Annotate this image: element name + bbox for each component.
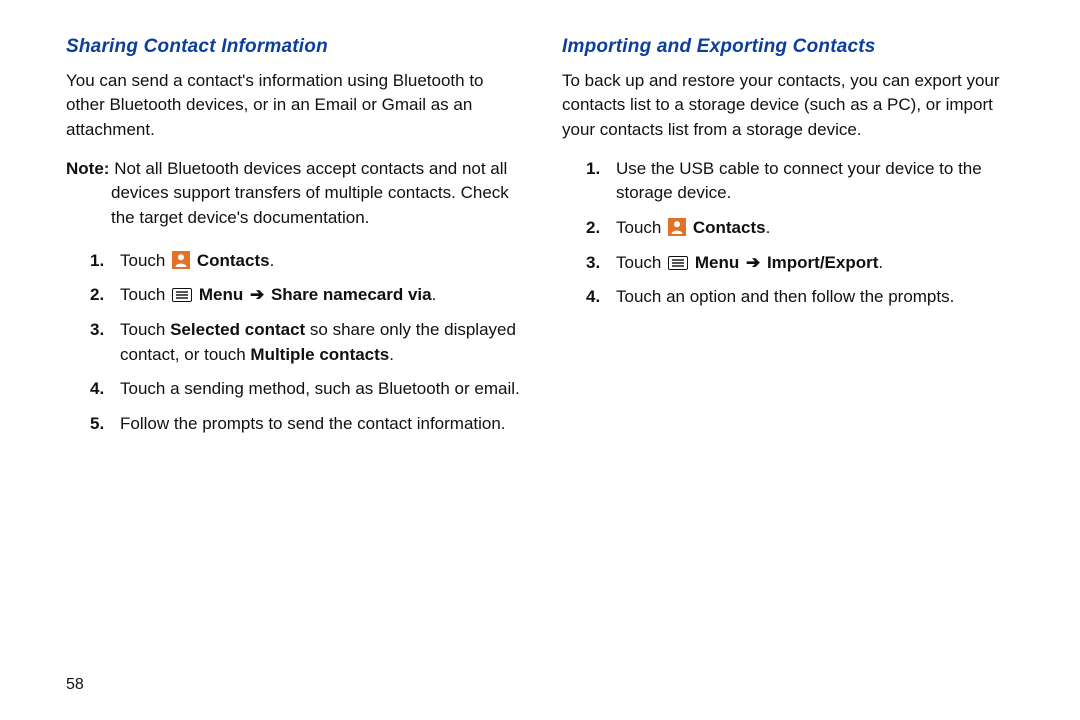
selected-contact-label: Selected contact	[170, 320, 305, 339]
contacts-icon	[668, 218, 686, 236]
step-text: .	[270, 251, 275, 270]
note-block: Note: Not all Bluetooth devices accept c…	[66, 157, 526, 231]
step-text: .	[878, 253, 883, 272]
share-label: Share namecard via	[271, 285, 432, 304]
manual-page: Sharing Contact Information You can send…	[0, 0, 1080, 720]
step-text: Touch	[616, 253, 666, 272]
arrow-icon: ➔	[746, 253, 760, 272]
steps-importing: Use the USB cable to connect your device…	[562, 157, 1022, 310]
menu-icon	[172, 288, 192, 302]
step-3: Touch Selected contact so share only the…	[120, 318, 526, 367]
menu-label: Menu	[695, 253, 739, 272]
heading-importing: Importing and Exporting Contacts	[562, 36, 1022, 59]
note-label: Note:	[66, 159, 109, 178]
step-5: Follow the prompts to send the contact i…	[120, 412, 526, 437]
step-1: Touch Contacts.	[120, 249, 526, 274]
steps-sharing: Touch Contacts. Touch Menu ➔ Share namec…	[66, 249, 526, 437]
page-number: 58	[66, 676, 84, 694]
import-export-label: Import/Export	[767, 253, 878, 272]
step-text: Touch	[120, 285, 170, 304]
step-text: Touch	[120, 251, 170, 270]
arrow-icon: ➔	[250, 285, 264, 304]
step-text: Touch	[616, 218, 666, 237]
contacts-label: Contacts	[197, 251, 270, 270]
step-text: .	[766, 218, 771, 237]
step-text: Touch	[120, 320, 170, 339]
step-4: Touch an option and then follow the prom…	[616, 285, 1022, 310]
step-2: Touch Contacts.	[616, 216, 1022, 241]
right-column: Importing and Exporting Contacts To back…	[562, 36, 1022, 700]
contacts-icon	[172, 251, 190, 269]
step-1: Use the USB cable to connect your device…	[616, 157, 1022, 206]
heading-sharing: Sharing Contact Information	[66, 36, 526, 59]
menu-label: Menu	[199, 285, 243, 304]
contacts-label: Contacts	[693, 218, 766, 237]
step-3: Touch Menu ➔ Import/Export.	[616, 251, 1022, 276]
step-text: .	[432, 285, 437, 304]
left-column: Sharing Contact Information You can send…	[66, 36, 526, 700]
multiple-contacts-label: Multiple contacts	[250, 345, 389, 364]
menu-icon	[668, 256, 688, 270]
step-text: .	[389, 345, 394, 364]
intro-importing: To back up and restore your contacts, yo…	[562, 69, 1022, 143]
intro-sharing: You can send a contact's information usi…	[66, 69, 526, 143]
step-4: Touch a sending method, such as Bluetoot…	[120, 377, 526, 402]
note-body: Not all Bluetooth devices accept contact…	[111, 159, 509, 227]
step-2: Touch Menu ➔ Share namecard via.	[120, 283, 526, 308]
